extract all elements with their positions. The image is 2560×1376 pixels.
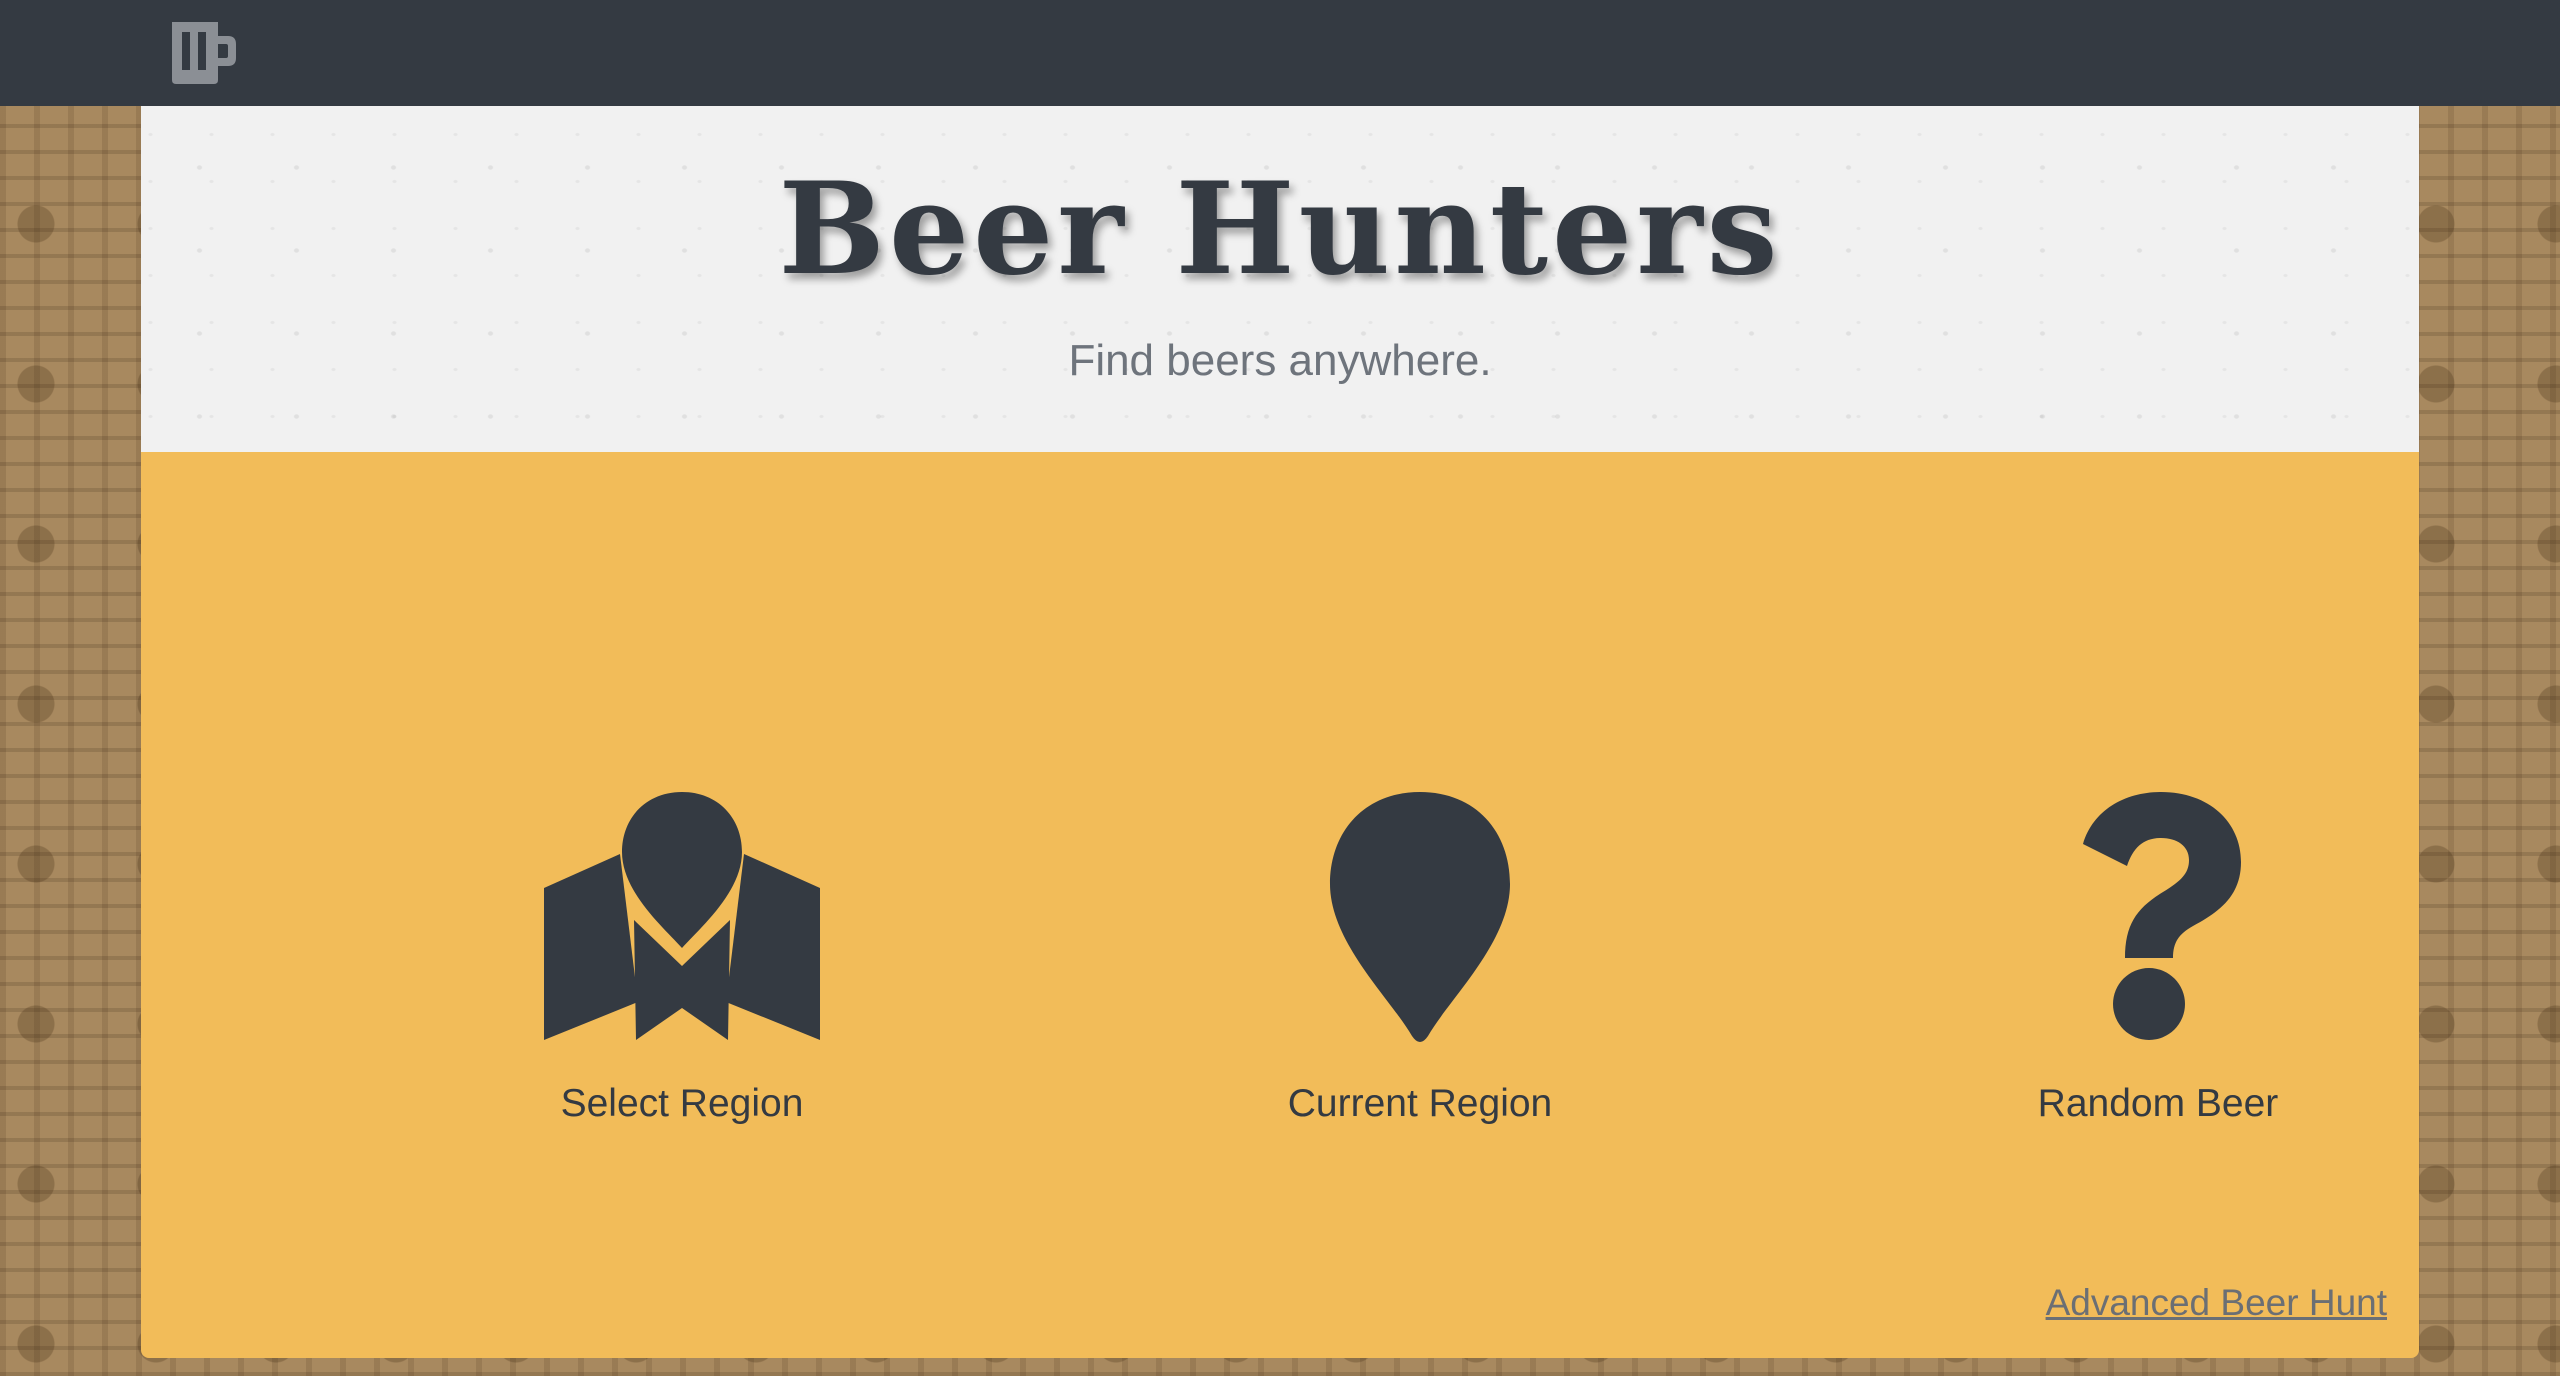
select-region-label: Select Region bbox=[560, 1082, 804, 1125]
options-panel: Select Region Current Region Random Beer… bbox=[141, 452, 2419, 1358]
page-title: Beer Hunters bbox=[778, 155, 1782, 303]
advanced-beer-hunt-link[interactable]: Advanced Beer Hunt bbox=[2046, 1282, 2387, 1324]
current-region-label: Current Region bbox=[1287, 1082, 1553, 1125]
random-beer-button[interactable]: Random Beer bbox=[1948, 792, 2368, 1152]
main-card: Beer Hunters Find beers anywhere. Select… bbox=[141, 106, 2419, 1358]
question-mark-icon bbox=[2083, 792, 2241, 1040]
hero-section: Beer Hunters Find beers anywhere. bbox=[141, 106, 2419, 452]
select-region-button[interactable]: Select Region bbox=[472, 792, 892, 1152]
location-pin-icon bbox=[1330, 792, 1510, 1042]
current-region-button[interactable]: Current Region bbox=[1210, 792, 1630, 1152]
page-subtitle: Find beers anywhere. bbox=[1068, 336, 1492, 385]
random-beer-label: Random Beer bbox=[2037, 1082, 2279, 1125]
map-marker-icon bbox=[544, 792, 820, 1040]
top-navbar bbox=[0, 0, 2560, 106]
beer-mug-icon[interactable] bbox=[168, 18, 238, 86]
